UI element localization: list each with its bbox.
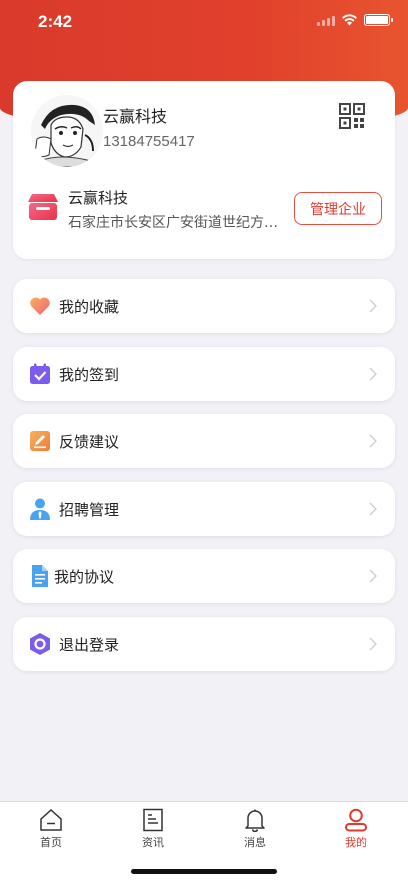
chevron-right-icon: [369, 569, 377, 583]
wifi-icon: [342, 14, 357, 26]
chevron-right-icon: [369, 299, 377, 313]
tab-label-news: 资讯: [142, 836, 164, 849]
menu-label-agreement: 我的协议: [54, 567, 115, 586]
menu-item-recruit[interactable]: 招聘管理: [13, 482, 395, 536]
user-phone: 13184755417: [103, 133, 195, 150]
menu-label-signin: 我的签到: [59, 365, 120, 384]
chevron-right-icon: [369, 502, 377, 516]
profile-card: 云赢科技 13184755417 云赢科技 石家庄市长安区广安街道世纪方… 管理…: [13, 81, 395, 259]
avatar[interactable]: [31, 95, 103, 167]
battery-icon: [364, 14, 393, 26]
company-address: 石家庄市长安区广安街道世纪方…: [68, 215, 278, 231]
company-name: 云赢科技: [68, 189, 129, 207]
manage-company-button[interactable]: 管理企业: [294, 192, 382, 225]
menu-item-agreement[interactable]: 我的协议: [13, 549, 395, 603]
menu-item-logout[interactable]: 退出登录: [13, 617, 395, 671]
store-icon: [28, 194, 58, 220]
status-bar: 2:42: [0, 0, 408, 44]
tab-label-messages: 消息: [244, 836, 266, 849]
document-icon: [32, 565, 48, 587]
chevron-right-icon: [369, 434, 377, 448]
menu-item-signin[interactable]: 我的签到: [13, 347, 395, 401]
heart-icon: [30, 297, 50, 315]
news-icon: [143, 808, 163, 832]
status-time: 2:42: [38, 12, 73, 31]
edit-icon: [30, 431, 50, 451]
tab-label-mine: 我的: [345, 836, 367, 849]
hexagon-icon: [30, 633, 50, 655]
tab-news[interactable]: 资讯: [123, 808, 183, 850]
chevron-right-icon: [369, 637, 377, 651]
menu-label-logout: 退出登录: [59, 635, 120, 654]
person-icon: [345, 808, 367, 832]
status-icons: [317, 14, 393, 26]
menu-item-favorites[interactable]: 我的收藏: [13, 279, 395, 333]
tab-messages[interactable]: 消息: [225, 808, 285, 850]
home-indicator: [131, 869, 277, 874]
person-tie-icon: [30, 498, 50, 520]
qr-code-icon[interactable]: [339, 103, 365, 129]
chevron-right-icon: [369, 367, 377, 381]
tab-label-home: 首页: [40, 836, 62, 849]
menu-label-recruit: 招聘管理: [59, 500, 120, 519]
tab-mine[interactable]: 我的: [326, 808, 386, 850]
bell-icon: [245, 809, 265, 832]
user-name: 云赢科技: [103, 107, 168, 126]
calendar-check-icon: [30, 363, 50, 384]
menu-label-favorites: 我的收藏: [59, 297, 120, 316]
tab-home[interactable]: 首页: [21, 808, 81, 850]
signal-icon: [317, 14, 335, 26]
menu-label-feedback: 反馈建议: [59, 432, 120, 451]
menu-item-feedback[interactable]: 反馈建议: [13, 414, 395, 468]
home-icon: [40, 808, 62, 831]
